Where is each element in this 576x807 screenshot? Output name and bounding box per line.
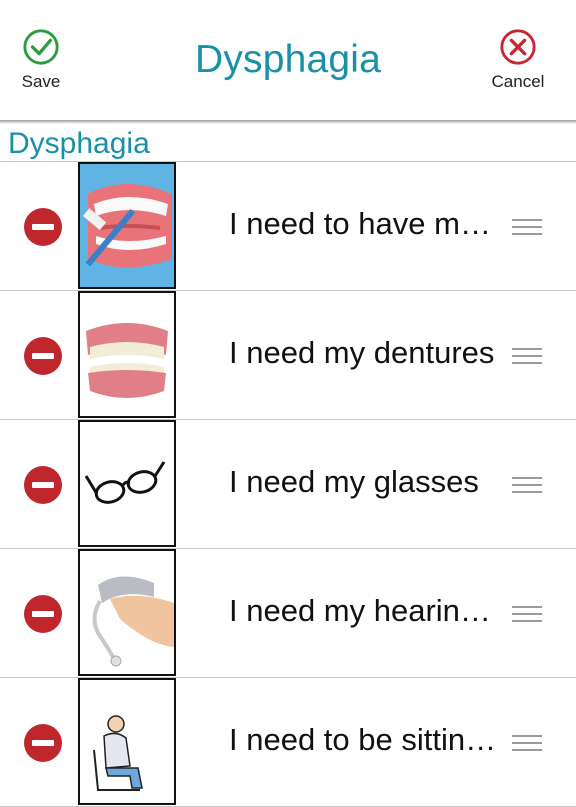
section-header: Dysphagia (0, 124, 576, 162)
drag-handle-icon[interactable] (512, 348, 542, 364)
drag-handle-icon[interactable] (512, 477, 542, 493)
item-text: I need to have my teeth brushed (229, 206, 504, 241)
dentures-icon (78, 291, 176, 418)
item-text: I need my dentures (229, 335, 495, 370)
close-circle-icon (500, 29, 536, 65)
toothbrush-icon (78, 162, 176, 289)
hearing-aid-icon (78, 549, 176, 676)
item-text: I need to be sitting up (229, 722, 504, 757)
remove-icon[interactable] (23, 594, 63, 634)
list-item[interactable]: I need to be sitting up (0, 678, 576, 807)
drag-handle-icon[interactable] (512, 606, 542, 622)
list-item[interactable]: I need my hearing aid (0, 549, 576, 678)
list-item[interactable]: I need to have my teeth brushed (0, 162, 576, 291)
drag-handle-icon[interactable] (512, 735, 542, 751)
drag-handle-icon[interactable] (512, 219, 542, 235)
item-text: I need my glasses (229, 464, 479, 499)
item-text: I need my hearing aid (229, 593, 504, 628)
list-item[interactable]: I need my glasses (0, 420, 576, 549)
remove-icon[interactable] (23, 207, 63, 247)
phrase-list: I need to have my teeth brushed I need m… (0, 162, 576, 807)
navigation-bar: Save Dysphagia Cancel (0, 0, 576, 120)
remove-icon[interactable] (23, 723, 63, 763)
cancel-label: Cancel (491, 72, 545, 91)
section-title: Dysphagia (8, 127, 150, 160)
remove-icon[interactable] (23, 465, 63, 505)
remove-icon[interactable] (23, 336, 63, 376)
list-item[interactable]: I need my dentures (0, 291, 576, 420)
glasses-icon (78, 420, 176, 547)
sitting-person-icon (78, 678, 176, 805)
cancel-button[interactable]: Cancel (478, 28, 558, 92)
